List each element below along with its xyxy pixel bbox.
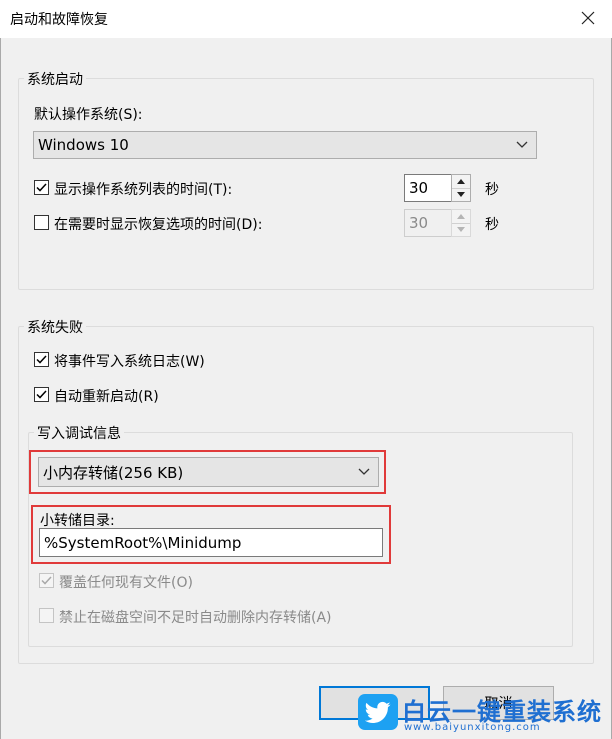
- stepper-down-button[interactable]: [452, 187, 470, 202]
- watermark-url: www.baiyunxitong.com: [404, 722, 541, 733]
- caret-up-icon: [457, 178, 465, 184]
- dump-type-select[interactable]: 小内存转储(256 KB): [38, 457, 379, 487]
- bird-icon: [365, 701, 391, 723]
- show-recovery-label: 在需要时显示恢复选项的时间(D):: [54, 217, 263, 233]
- overwrite-checkbox: [39, 573, 54, 588]
- show-os-list-unit: 秒: [485, 182, 499, 198]
- default-os-value: Windows 10: [38, 136, 129, 154]
- dump-dir-input[interactable]: %SystemRoot%\Minidump: [39, 528, 383, 557]
- dump-dir-label: 小转储目录:: [40, 513, 115, 529]
- show-recovery-stepper: [451, 209, 471, 237]
- show-os-list-label: 显示操作系统列表的时间(T):: [54, 182, 233, 198]
- checkmark-icon: [36, 390, 47, 399]
- debug-info-legend: 写入调试信息: [34, 423, 124, 443]
- show-recovery-checkbox[interactable]: [34, 215, 49, 230]
- write-event-log-checkbox[interactable]: [34, 352, 49, 367]
- show-recovery-unit: 秒: [485, 217, 499, 233]
- auto-restart-checkbox[interactable]: [34, 387, 49, 402]
- stepper-up-button: [452, 210, 470, 223]
- checkmark-icon: [41, 576, 52, 585]
- write-event-log-label: 将事件写入系统日志(W): [54, 354, 205, 370]
- watermark: 白云一键重装系统 www.baiyunxitong.com: [358, 692, 608, 734]
- checkmark-icon: [36, 183, 47, 192]
- overwrite-label: 覆盖任何现有文件(O): [59, 575, 193, 591]
- checkmark-icon: [36, 355, 47, 364]
- caret-up-icon: [457, 213, 465, 219]
- default-os-label: 默认操作系统(S):: [34, 107, 143, 123]
- bird-logo-icon: [358, 694, 398, 730]
- stepper-down-button: [452, 222, 470, 237]
- show-recovery-seconds-input: 30: [404, 209, 452, 237]
- system-startup-legend: 系统启动: [24, 69, 86, 89]
- stepper-up-button[interactable]: [452, 175, 470, 188]
- caret-down-icon: [457, 227, 465, 233]
- default-os-select[interactable]: Windows 10: [33, 131, 537, 159]
- disable-auto-delete-checkbox: [39, 608, 54, 623]
- close-button[interactable]: [572, 4, 604, 32]
- auto-restart-label: 自动重新启动(R): [54, 389, 159, 405]
- show-os-list-stepper[interactable]: [451, 174, 471, 202]
- disable-auto-delete-label: 禁止在磁盘空间不足时自动删除内存转储(A): [59, 610, 332, 626]
- show-os-list-checkbox[interactable]: [34, 180, 49, 195]
- close-icon: [581, 11, 595, 25]
- window-title: 启动和故障恢复: [10, 12, 108, 28]
- caret-down-icon: [457, 192, 465, 198]
- chevron-down-icon: [516, 141, 528, 148]
- dump-type-value: 小内存转储(256 KB): [43, 463, 184, 482]
- system-failure-legend: 系统失败: [24, 317, 86, 337]
- chevron-down-icon: [358, 468, 370, 475]
- show-os-list-seconds-input[interactable]: 30: [404, 174, 452, 202]
